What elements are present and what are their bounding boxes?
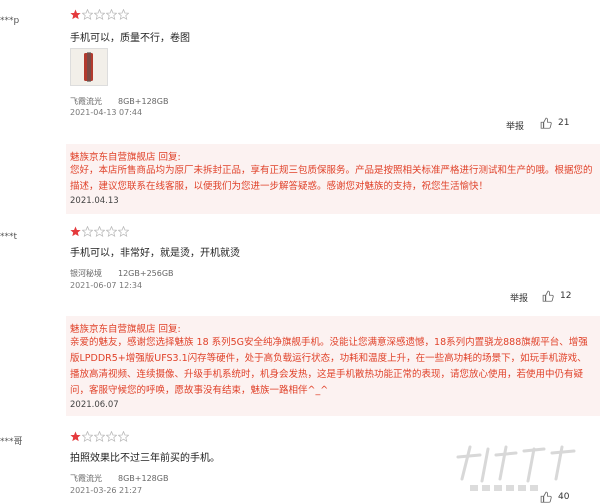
product-variant: 银河秘境 12GB+256GB (70, 268, 174, 279)
review-content: 手机可以，非常好，就是烫，开机就烫 (70, 248, 240, 259)
star-empty-icon (118, 431, 129, 442)
like-count: 21 (558, 118, 570, 128)
review-content: 手机可以，质量不行，卷图 (70, 33, 190, 44)
product-variant: 飞霞流光 8GB+128GB (70, 96, 168, 107)
review-username: ***p (0, 16, 20, 26)
thumbs-up-icon (540, 117, 552, 129)
seller-reply: 魅族京东自营旗舰店 回复: 亲爱的魅友，感谢您选择魅族 18 系列5G安全纯净旗… (66, 316, 600, 416)
star-empty-icon (118, 9, 129, 20)
like-button[interactable]: 12 (542, 290, 571, 302)
star-empty-icon (82, 9, 93, 20)
star-filled-icon (70, 9, 81, 20)
review-content: 拍照效果比不过三年前买的手机。 (70, 453, 220, 464)
star-filled-icon (70, 431, 81, 442)
report-button[interactable]: 举报 (510, 291, 528, 304)
star-empty-icon (94, 9, 105, 20)
reply-date: 2021.06.07 (70, 400, 119, 410)
star-rating (70, 431, 129, 442)
variant-color: 银河秘境 (70, 269, 102, 278)
review-username: ***哥 (0, 437, 23, 447)
variant-spec: 8GB+128GB (118, 97, 169, 106)
star-empty-icon (106, 9, 117, 20)
product-variant: 飞霞流光 8GB+128GB (70, 473, 168, 484)
phone-photo-icon (71, 49, 107, 85)
star-empty-icon (82, 226, 93, 237)
review-date: 2021-06-07 12:34 (70, 281, 143, 290)
reply-title: 魅族京东自营旗舰店 回复: (70, 324, 181, 335)
star-empty-icon (118, 226, 129, 237)
variant-spec: 8GB+128GB (118, 474, 169, 483)
like-count: 12 (560, 291, 572, 301)
thumbs-up-icon (542, 290, 554, 302)
star-empty-icon (82, 431, 93, 442)
seller-reply: 魅族京东自营旗舰店 回复: 您好，本店所售商品均为原厂未拆封正品，享有正规三包质… (66, 144, 600, 214)
like-button[interactable]: 21 (540, 117, 569, 129)
reply-title: 魅族京东自营旗舰店 回复: (70, 152, 181, 163)
variant-spec: 12GB+256GB (118, 269, 174, 278)
star-empty-icon (106, 226, 117, 237)
review-username: ***t (0, 232, 18, 242)
review-photo-thumbnail[interactable] (70, 48, 108, 86)
star-empty-icon (94, 226, 105, 237)
reply-text: 您好，本店所售商品均为原厂未拆封正品，享有正规三包质保服务。产品是按照相关标准严… (70, 165, 593, 192)
report-button[interactable]: 举报 (506, 119, 524, 132)
watermark-logo (456, 445, 576, 491)
star-rating (70, 9, 129, 20)
star-empty-icon (94, 431, 105, 442)
reply-text: 亲爱的魅友，感谢您选择魅族 18 系列5G安全纯净旗舰手机。没能让您满意深感遗憾… (70, 337, 588, 396)
review-date: 2021-04-13 07:44 (70, 108, 143, 117)
variant-color: 飞霞流光 (70, 97, 102, 106)
variant-color: 飞霞流光 (70, 474, 102, 483)
star-empty-icon (106, 431, 117, 442)
star-rating (70, 226, 129, 237)
review-date: 2021-03-26 21:27 (70, 486, 143, 495)
star-filled-icon (70, 226, 81, 237)
reply-date: 2021.04.13 (70, 196, 119, 206)
